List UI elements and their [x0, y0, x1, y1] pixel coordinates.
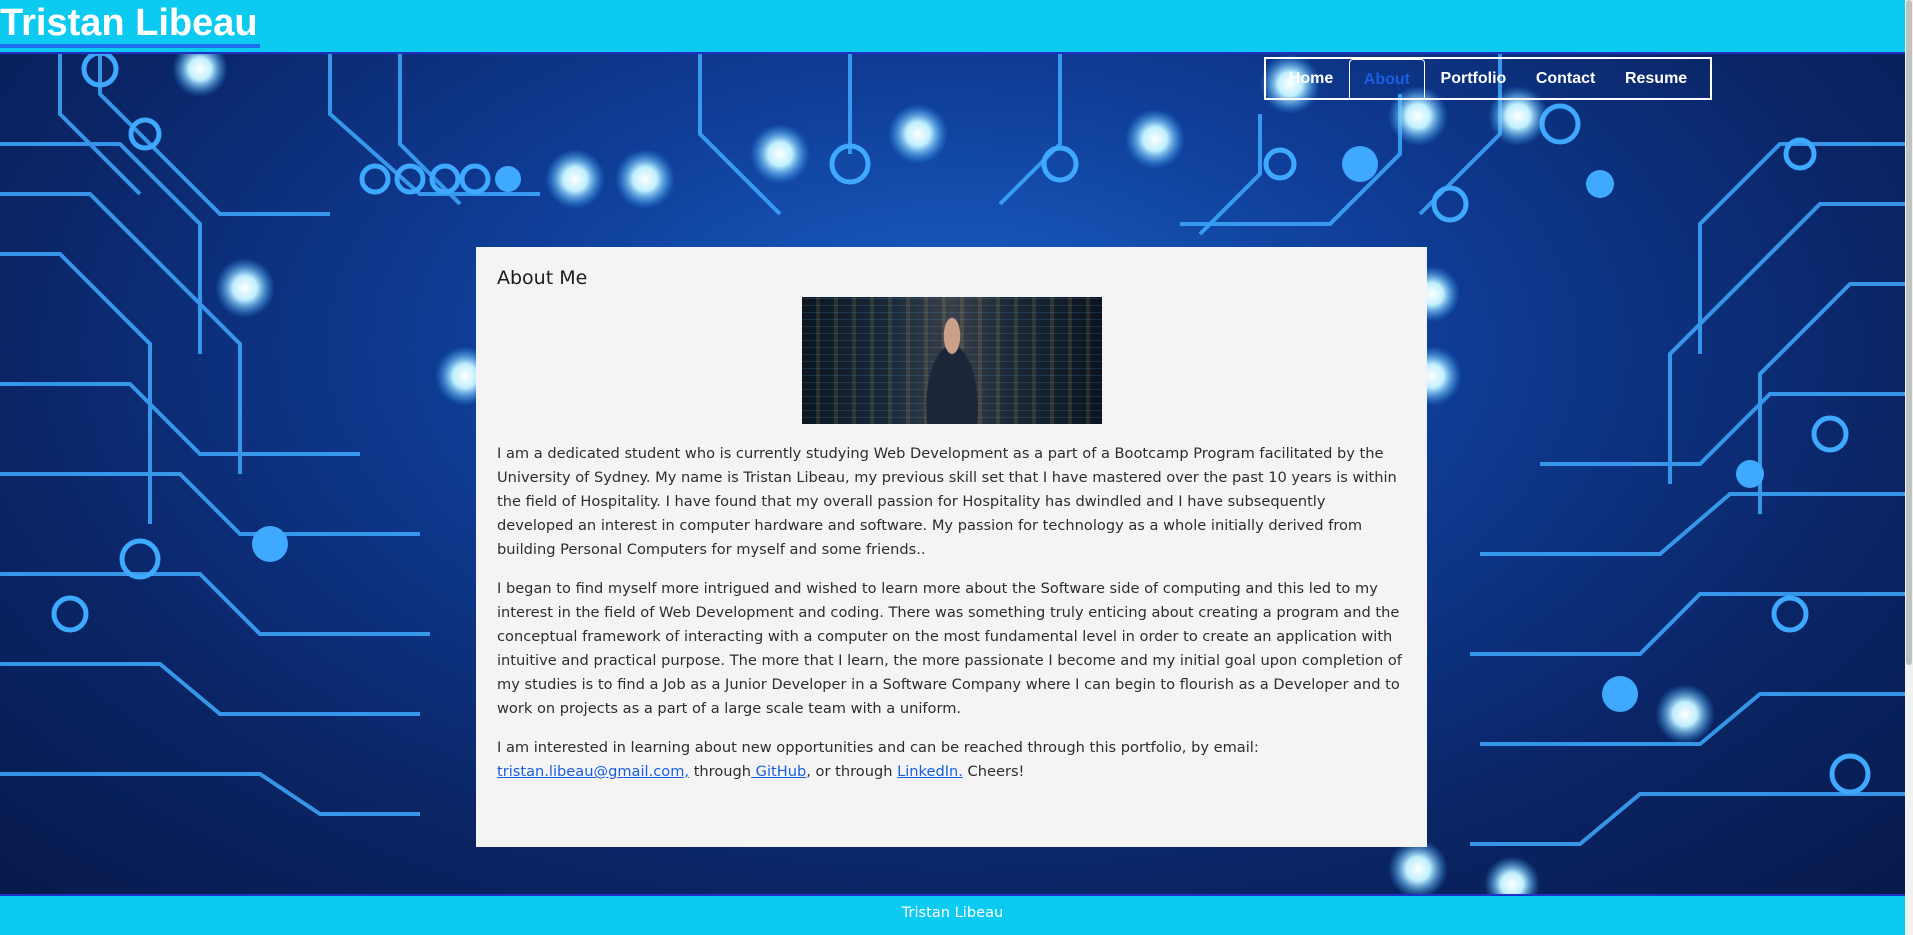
- github-link[interactable]: GitHub: [751, 763, 807, 780]
- about-paragraph-2: I began to find myself more intrigued an…: [497, 580, 1402, 717]
- site-footer: Tristan Libeau: [0, 894, 1905, 935]
- site-title-link[interactable]: Tristan Libeau: [0, 2, 260, 48]
- about-paragraph-1: I am a dedicated student who is currentl…: [497, 445, 1397, 558]
- through-text-2: , or through: [806, 763, 898, 780]
- profile-image: [801, 297, 1102, 424]
- nav-resume[interactable]: Resume: [1611, 59, 1701, 99]
- contact-intro-text: I am interested in learning about new op…: [497, 739, 1259, 756]
- footer-text: Tristan Libeau: [901, 904, 1004, 921]
- cheers-text: Cheers!: [962, 763, 1025, 780]
- main-nav: Home About Portfolio Contact Resume: [1264, 57, 1712, 100]
- email-link[interactable]: tristan.libeau@gmail.com,: [497, 763, 689, 780]
- linkedin-link[interactable]: LinkedIn.: [897, 763, 963, 780]
- nav-portfolio[interactable]: Portfolio: [1427, 59, 1521, 99]
- scrollbar-thumb[interactable]: [1906, 0, 1912, 665]
- through-text-1: through: [689, 763, 752, 780]
- contact-paragraph: I am interested in learning about new op…: [497, 736, 1406, 784]
- nav-home[interactable]: Home: [1275, 59, 1347, 99]
- nav-contact[interactable]: Contact: [1522, 59, 1610, 99]
- about-card: About Me I am a dedicated student who is…: [476, 247, 1427, 847]
- site-header: Tristan Libeau: [0, 0, 1913, 54]
- person-silhouette: [911, 311, 992, 424]
- about-heading: About Me: [497, 267, 588, 289]
- page-scrollbar[interactable]: [1905, 0, 1913, 935]
- nav-about[interactable]: About: [1348, 58, 1425, 100]
